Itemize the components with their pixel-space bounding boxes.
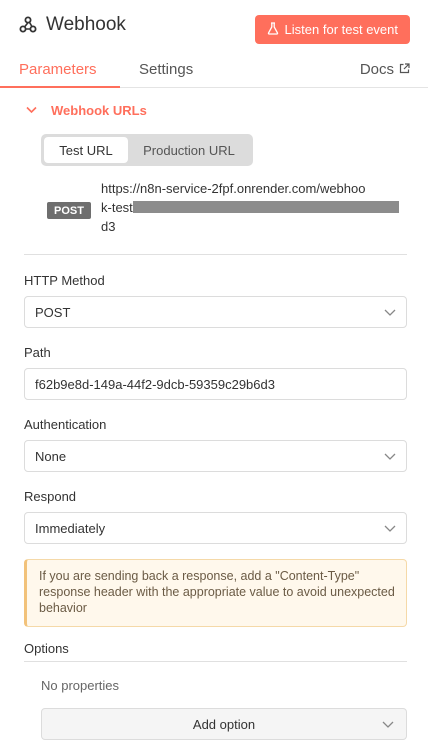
respond-select[interactable]: Immediately	[24, 512, 407, 544]
docs-link[interactable]: Docs	[360, 61, 410, 78]
docs-label: Docs	[359, 61, 394, 78]
content-type-notice: If you are sending back a response, add …	[24, 559, 407, 627]
authentication-select[interactable]: None	[24, 440, 407, 472]
webhook-url[interactable]: https://n8n-service-2fpf.onrender.com/we…	[101, 179, 406, 236]
production-url-option[interactable]: Production URL	[128, 137, 250, 163]
external-link-icon	[399, 61, 410, 78]
flask-icon	[267, 21, 279, 38]
http-method-label: HTTP Method	[24, 273, 105, 288]
webhook-urls-label: Webhook URLs	[51, 102, 147, 118]
tab-settings[interactable]: Settings	[139, 61, 193, 78]
add-option-label: Add option	[192, 716, 256, 732]
respond-value: Immediately	[35, 520, 106, 536]
options-divider	[24, 661, 407, 662]
authentication-value: None	[35, 448, 67, 464]
webhook-url-line-3: d3	[101, 219, 116, 234]
add-option-button[interactable]: Add option	[41, 708, 407, 740]
chevron-down-icon	[384, 450, 396, 465]
node-tabs: Parameters Settings Docs	[0, 56, 428, 88]
active-tab-indicator	[0, 86, 120, 88]
http-method-select[interactable]: POST	[24, 296, 407, 328]
node-header: Webhook Listen for test event Parameters…	[0, 0, 428, 88]
webhook-url-line-1: https://n8n-service-2fpf.onrender.com/we…	[101, 181, 366, 196]
listen-button-label: Listen for test event	[284, 22, 398, 37]
authentication-label: Authentication	[24, 417, 107, 432]
options-label: Options	[24, 641, 69, 656]
path-input[interactable]	[24, 368, 407, 400]
webhook-urls-toggle[interactable]: Webhook URLs	[26, 101, 147, 119]
chevron-down-icon	[382, 718, 394, 733]
node-title: Webhook	[46, 14, 126, 35]
method-badge: POST	[47, 202, 91, 219]
test-url-option[interactable]: Test URL	[44, 137, 128, 163]
parameters-panel: Webhook URLs Test URL Production URL POS…	[0, 89, 428, 743]
chevron-down-icon	[384, 522, 396, 537]
http-method-value: POST	[35, 304, 71, 320]
redacted-block	[132, 201, 399, 213]
webhook-url-line-2: k-test	[101, 200, 133, 215]
webhook-icon	[18, 15, 38, 35]
tab-parameters[interactable]: Parameters	[19, 61, 97, 78]
path-label: Path	[24, 345, 51, 360]
listen-for-test-event-button[interactable]: Listen for test event	[254, 15, 410, 44]
chevron-down-icon	[26, 101, 37, 119]
node-title-row: Webhook	[18, 14, 126, 36]
no-properties-text: No properties	[41, 678, 120, 693]
url-type-toggle: Test URL Production URL	[41, 134, 253, 166]
respond-label: Respond	[24, 489, 77, 504]
chevron-down-icon	[384, 306, 396, 321]
section-divider	[24, 254, 407, 255]
